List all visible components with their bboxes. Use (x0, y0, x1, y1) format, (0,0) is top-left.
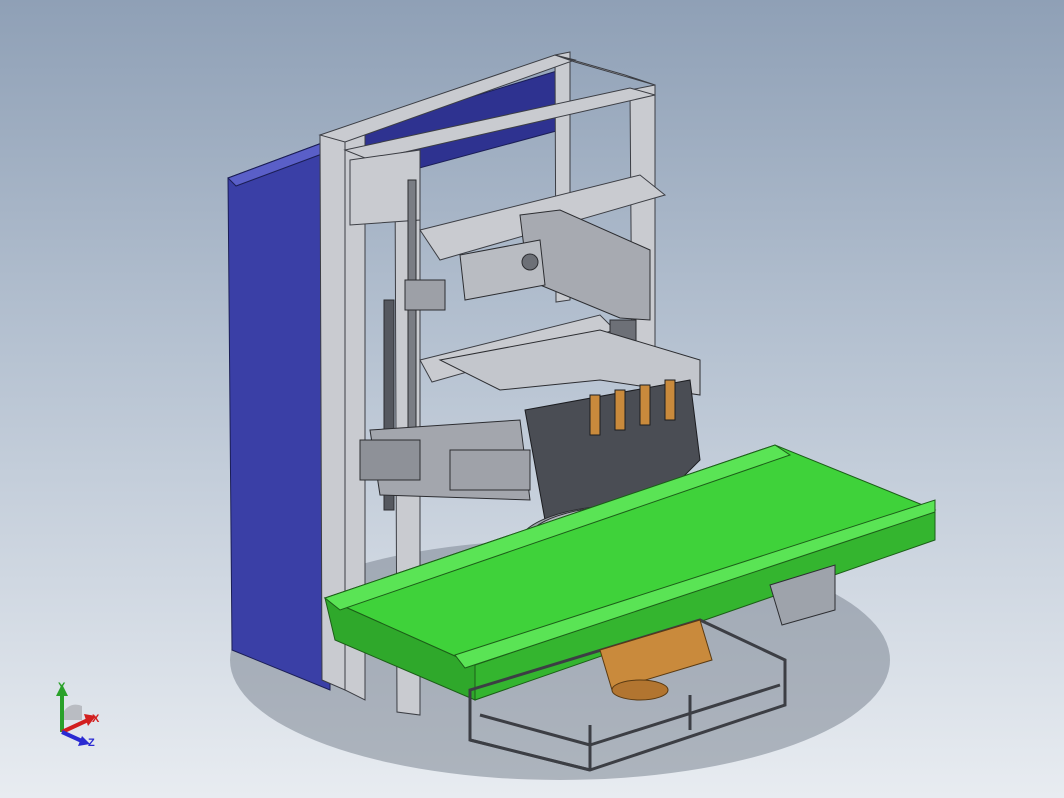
cad-viewport[interactable] (0, 0, 1064, 798)
z-axis-label: Z (88, 737, 95, 749)
y-axis-label: Y (58, 681, 66, 693)
coordinate-triad: Y X Z (56, 681, 100, 749)
x-axis-label: X (92, 713, 100, 725)
x-axis-icon (61, 718, 89, 734)
triad-sphere (61, 704, 82, 720)
